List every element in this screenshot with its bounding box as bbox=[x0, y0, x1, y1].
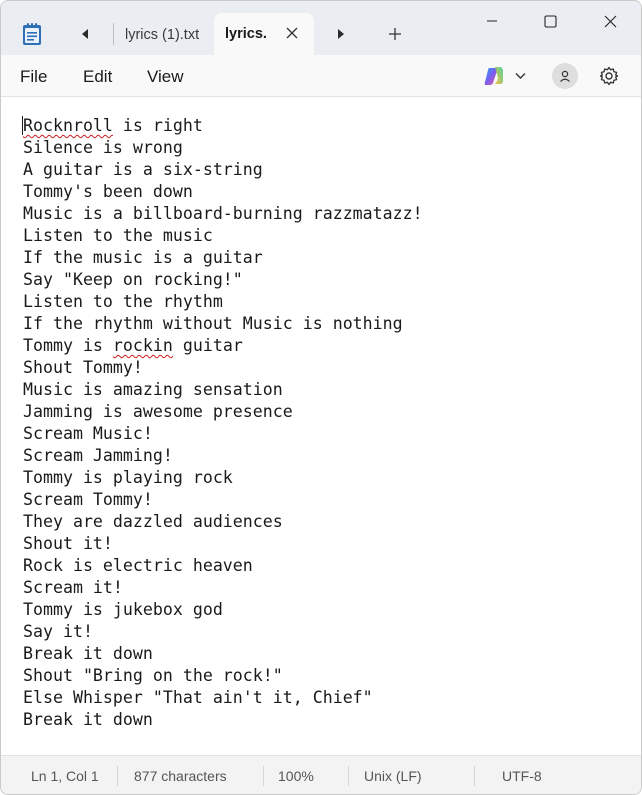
account-icon bbox=[560, 70, 570, 82]
text-line: Scream Jamming! bbox=[23, 446, 173, 465]
text-line: Else Whisper "That ain't it, Chief" bbox=[23, 688, 373, 707]
menu-view[interactable]: View bbox=[147, 65, 184, 89]
character-count: 877 characters bbox=[134, 768, 227, 784]
menu-file[interactable]: File bbox=[20, 65, 47, 89]
text-line: Break it down bbox=[23, 644, 153, 663]
text-line: Rock is electric heaven bbox=[23, 556, 253, 575]
misspelled-word[interactable]: rockin bbox=[113, 336, 173, 355]
copilot-button[interactable] bbox=[479, 61, 533, 91]
text-line: Scream Music! bbox=[23, 424, 153, 443]
text-line: Scream Tommy! bbox=[23, 490, 153, 509]
chevron-down-icon bbox=[515, 73, 526, 79]
maximize-icon bbox=[543, 14, 557, 28]
text-line: Tommy is rockin guitar bbox=[23, 336, 243, 355]
text-editor[interactable]: Rocknroll is right Silence is wrong A guit… bbox=[1, 98, 641, 755]
scroll-tabs-right-button[interactable] bbox=[327, 21, 355, 47]
text-line: A guitar is a six-string bbox=[23, 160, 263, 179]
settings-button[interactable] bbox=[596, 63, 622, 89]
zoom-level[interactable]: 100% bbox=[278, 756, 314, 794]
tab-label: lyrics. bbox=[225, 26, 267, 42]
close-icon bbox=[286, 27, 298, 39]
notepad-icon bbox=[19, 21, 45, 47]
tab-lyrics-1[interactable]: lyrics (1).txt bbox=[115, 15, 213, 55]
misspelled-word[interactable]: Rocknroll bbox=[23, 116, 113, 135]
text-line: Shout Tommy! bbox=[23, 358, 143, 377]
text-line: Jamming is awesome presence bbox=[23, 402, 293, 421]
text-line: Tommy is jukebox god bbox=[23, 600, 223, 619]
text-line: Scream it! bbox=[23, 578, 123, 597]
scroll-tabs-left-button[interactable] bbox=[71, 21, 99, 47]
chevron-left-icon bbox=[82, 29, 88, 39]
text-line: Listen to the music bbox=[23, 226, 213, 245]
line-ending[interactable]: Unix (LF) bbox=[364, 756, 422, 794]
encoding[interactable]: UTF-8 bbox=[502, 756, 542, 794]
close-window-button[interactable] bbox=[581, 1, 639, 41]
menu-bar: File Edit View bbox=[1, 55, 641, 97]
text-line: Tommy's been down bbox=[23, 182, 193, 201]
new-tab-button[interactable] bbox=[381, 21, 409, 47]
text-line: Listen to the rhythm bbox=[23, 292, 223, 311]
tab-close-button[interactable] bbox=[284, 25, 300, 41]
tab-lyrics-active[interactable]: lyrics. bbox=[214, 13, 314, 55]
tab-label: lyrics (1).txt bbox=[125, 27, 200, 43]
notepad-window: lyrics (1).txt lyrics. File Edit View Ro… bbox=[0, 0, 642, 795]
text-line: Shout "Bring on the rock!" bbox=[23, 666, 283, 685]
text-line: Rocknroll is right bbox=[23, 116, 203, 135]
title-bar: lyrics (1).txt lyrics. bbox=[1, 1, 641, 55]
text-line: Silence is wrong bbox=[23, 138, 183, 157]
text-line: Music is amazing sensation bbox=[23, 380, 283, 399]
text-line: Say "Keep on rocking!" bbox=[23, 270, 243, 289]
text-line: Shout it! bbox=[23, 534, 113, 553]
cursor-position: Ln 1, Col 1 bbox=[31, 768, 99, 784]
copilot-icon bbox=[484, 67, 503, 85]
tab-divider bbox=[113, 23, 114, 45]
close-icon bbox=[604, 15, 616, 27]
status-bar: Ln 1, Col 1 877 characters 100% Unix (LF… bbox=[1, 755, 641, 794]
text-line: If the rhythm without Music is nothing bbox=[23, 314, 403, 333]
minimize-icon bbox=[487, 20, 497, 22]
status-divider bbox=[474, 766, 475, 786]
text-line: Tommy is playing rock bbox=[23, 468, 233, 487]
minimize-button[interactable] bbox=[463, 1, 521, 41]
plus-icon bbox=[389, 28, 401, 40]
editor-content[interactable]: Rocknroll is right Silence is wrong A guit… bbox=[23, 115, 623, 731]
menu-edit[interactable]: Edit bbox=[83, 65, 112, 89]
text-line: If the music is a guitar bbox=[23, 248, 263, 267]
text-line: Music is a billboard-burning razzmatazz! bbox=[23, 204, 423, 223]
status-divider bbox=[263, 766, 264, 786]
text-line: Break it down bbox=[23, 710, 153, 729]
text-line: They are dazzled audiences bbox=[23, 512, 283, 531]
gear-icon bbox=[599, 66, 619, 86]
text-line: Say it! bbox=[23, 622, 93, 641]
status-divider bbox=[348, 766, 349, 786]
status-divider bbox=[117, 766, 118, 786]
account-button[interactable] bbox=[552, 63, 578, 89]
chevron-right-icon bbox=[338, 29, 344, 39]
maximize-button[interactable] bbox=[521, 1, 579, 41]
